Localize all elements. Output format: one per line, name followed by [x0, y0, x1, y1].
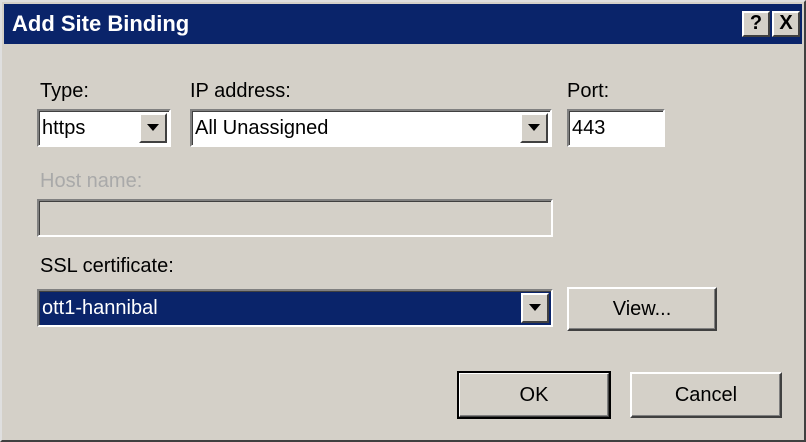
port-label: Port:: [567, 80, 610, 102]
port-input-value: 443: [572, 117, 606, 139]
type-select[interactable]: https: [37, 109, 171, 147]
ssl-certificate-select-value: ott1-hannibal: [42, 297, 158, 319]
cancel-button[interactable]: Cancel: [630, 372, 782, 418]
type-dropdown-button[interactable]: [139, 113, 167, 143]
help-button[interactable]: ?: [742, 11, 770, 37]
chevron-down-icon: [147, 124, 159, 131]
add-site-binding-dialog: Add Site Binding ? X Type: https IP addr…: [0, 0, 806, 442]
ip-address-label: IP address:: [190, 80, 291, 102]
dialog-title: Add Site Binding: [12, 11, 190, 36]
close-button[interactable]: X: [772, 11, 800, 37]
host-name-input: [37, 199, 553, 237]
type-label: Type:: [40, 80, 89, 102]
port-input[interactable]: 443: [567, 109, 665, 147]
ok-button[interactable]: OK: [457, 371, 611, 419]
type-select-value: https: [42, 117, 86, 139]
view-certificate-button[interactable]: View...: [567, 287, 717, 331]
chevron-down-icon: [529, 304, 541, 311]
ip-address-select-value: All Unassigned: [195, 117, 329, 139]
ip-address-select[interactable]: All Unassigned: [190, 109, 552, 147]
ssl-certificate-label: SSL certificate:: [40, 255, 174, 277]
host-name-label: Host name:: [40, 170, 143, 192]
ssl-certificate-dropdown-button[interactable]: [521, 293, 549, 323]
ip-address-dropdown-button[interactable]: [520, 113, 548, 143]
title-bar[interactable]: Add Site Binding ? X: [4, 4, 802, 44]
ssl-certificate-select[interactable]: ott1-hannibal: [37, 289, 553, 327]
chevron-down-icon: [528, 124, 540, 131]
